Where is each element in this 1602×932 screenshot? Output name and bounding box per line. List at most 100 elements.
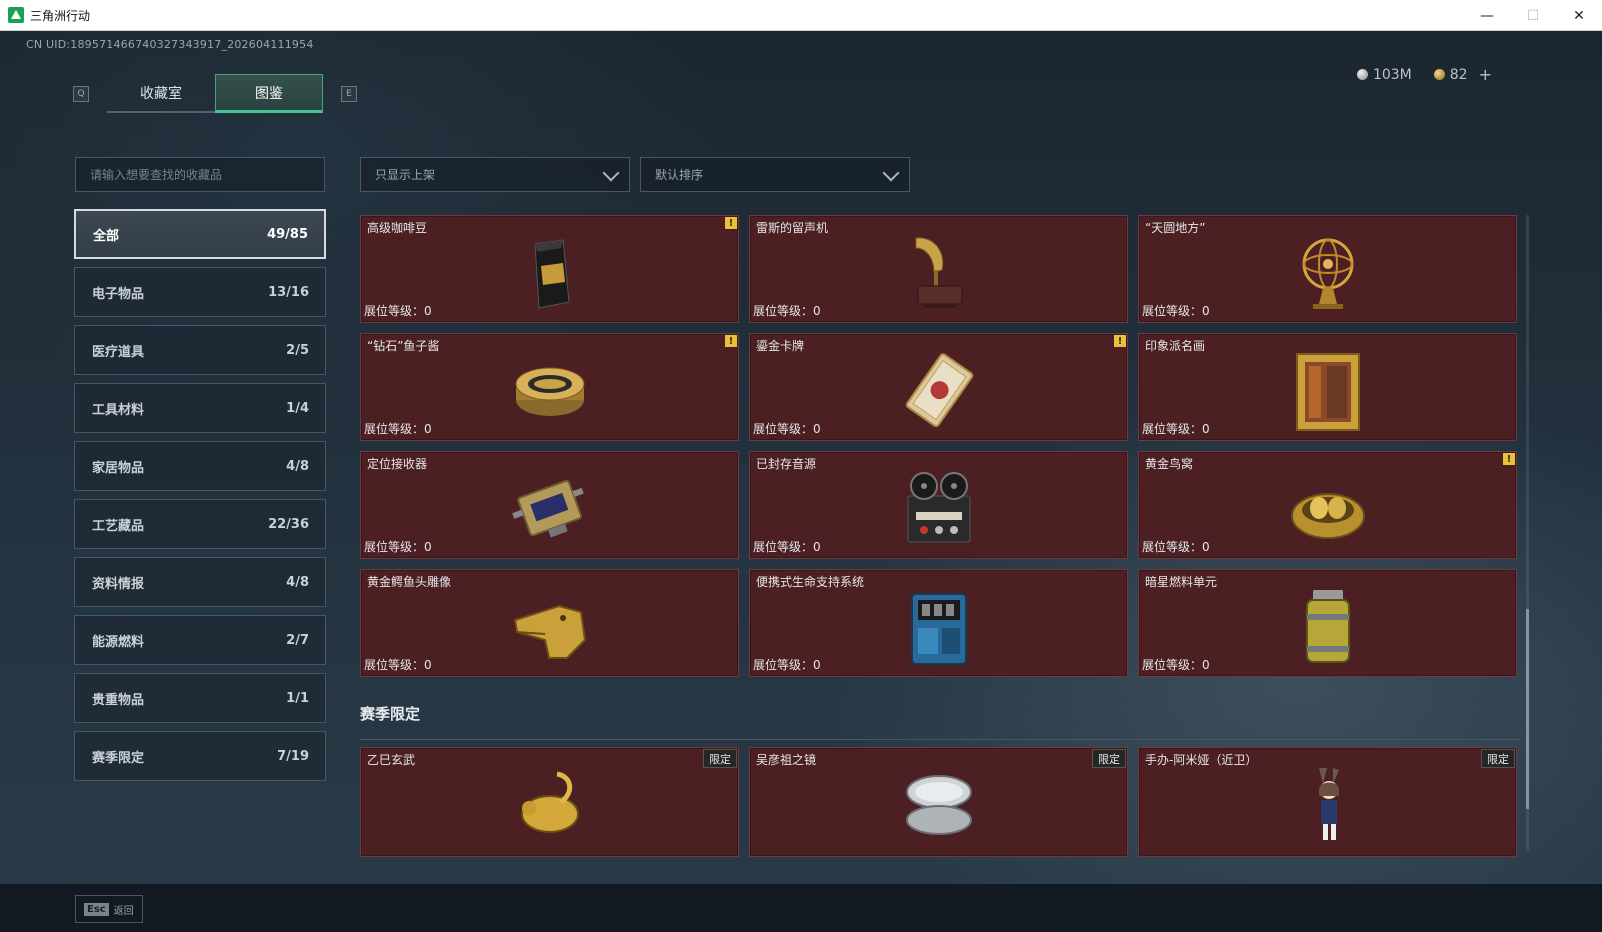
category-item[interactable]: 全部 49/85: [74, 209, 326, 259]
category-item[interactable]: 家居物品 4/8: [74, 441, 326, 491]
gps-receiver-icon: [511, 479, 584, 538]
silver-coin-icon: [1356, 69, 1368, 80]
user-uid: CN UID:18957146674032734391​7_2026041119…: [26, 38, 314, 51]
category-count: 4/8: [286, 574, 309, 590]
section-divider: [360, 739, 1520, 740]
silver-currency: 103M: [1356, 66, 1412, 83]
coffee-bag-icon: [533, 239, 570, 309]
gold-amount: 82: [1449, 66, 1468, 83]
currency-bar: 103M 82 +: [1356, 65, 1492, 84]
tab-collection-room[interactable]: 收藏室: [107, 74, 215, 113]
category-label: 工艺藏品: [92, 518, 145, 534]
gold-coin-icon: [1433, 69, 1445, 80]
display-level: 展位等级：0: [364, 304, 432, 318]
category-label: 资料情报: [92, 576, 145, 592]
window-title: 三角洲行动: [30, 8, 91, 23]
sort-dropdown[interactable]: 默认排序: [640, 157, 910, 192]
category-count: 4/8: [286, 458, 309, 474]
main-tabs: 收藏室 图鉴: [107, 74, 323, 113]
collection-card[interactable]: 黄金鸟窝 展位等级：0 !: [1138, 451, 1517, 559]
collection-card[interactable]: 手办-阿米娅（近卫） 限定: [1138, 747, 1517, 857]
category-count: 1/4: [286, 400, 309, 416]
collection-card[interactable]: 便携式生命支持系统 展位等级：0: [749, 569, 1128, 677]
display-level: 展位等级：0: [1142, 658, 1210, 672]
category-label: 家居物品: [92, 460, 145, 476]
next-tab-key-hint[interactable]: E: [341, 86, 357, 102]
category-count: 49/85: [267, 226, 308, 242]
category-item[interactable]: 能源燃料 2/7: [74, 615, 326, 665]
display-level: 展位等级：0: [1142, 422, 1210, 436]
collection-card[interactable]: 已封存音源 展位等级：0: [749, 451, 1128, 559]
armillary-sphere-icon: [1302, 238, 1353, 309]
collection-card[interactable]: 雷斯的留声机 展位等级：0: [749, 215, 1128, 323]
add-currency-button[interactable]: +: [1479, 65, 1492, 84]
category-label: 工具材料: [92, 402, 145, 418]
maximize-button[interactable]: ☐: [1510, 0, 1556, 31]
season-grid: 乙巳玄武 限定 吴彦祖之镜 限定 手办-阿米娅（近卫） 限定: [360, 747, 1520, 857]
display-level: 展位等级：0: [1142, 304, 1210, 318]
collection-card[interactable]: 乙巳玄武 限定: [360, 747, 739, 857]
category-list: 全部 49/85 电子物品 13/16 医疗道具 2/5 工具材料 1/4 家居物品 4/…: [74, 209, 326, 789]
category-item[interactable]: 医疗道具 2/5: [74, 325, 326, 375]
category-count: 2/5: [286, 342, 309, 358]
collection-card[interactable]: 黄金鳄鱼头雕像 展位等级：0: [360, 569, 739, 677]
collection-card[interactable]: 鎏金卡牌 展位等级：0 !: [749, 333, 1128, 441]
limited-tag: 限定: [1481, 749, 1515, 768]
collection-card[interactable]: “天圆地方” 展位等级：0: [1138, 215, 1517, 323]
category-item[interactable]: 电子物品 13/16: [74, 267, 326, 317]
category-count: 7/19: [277, 748, 309, 764]
warning-icon: !: [1114, 335, 1126, 347]
category-item[interactable]: 贵重物品 1/1: [74, 673, 326, 723]
gramophone-icon: [915, 237, 962, 308]
display-level: 展位等级：0: [753, 304, 821, 318]
life-support-system-icon: [910, 593, 967, 665]
collection-card[interactable]: 印象派名画 展位等级：0: [1138, 333, 1517, 441]
category-item[interactable]: 资料情报 4/8: [74, 557, 326, 607]
gilded-card-icon: [905, 353, 973, 428]
gold-crocodile-head-icon: [513, 604, 586, 659]
category-count: 1/1: [286, 690, 309, 706]
item-name: 印象派名画: [1145, 339, 1206, 353]
category-item[interactable]: 工具材料 1/4: [74, 383, 326, 433]
item-name: 乙巳玄武: [367, 753, 416, 767]
chevron-down-icon: [882, 164, 900, 182]
prev-tab-key-hint[interactable]: Q: [73, 86, 89, 102]
item-name: 雷斯的留声机: [756, 221, 829, 235]
scrollbar-thumb[interactable]: [1526, 609, 1529, 809]
golden-nest-icon: [1290, 493, 1365, 539]
display-level: 展位等级：0: [753, 658, 821, 672]
minimize-button[interactable]: —: [1464, 0, 1510, 31]
app-logo-icon: [8, 7, 24, 23]
collection-card[interactable]: 高级咖啡豆 展位等级：0 !: [360, 215, 739, 323]
item-name: 暗星燃料单元: [1145, 575, 1218, 589]
display-level: 展位等级：0: [364, 658, 432, 672]
category-item[interactable]: 工艺藏品 22/36: [74, 499, 326, 549]
item-name: “钻石”鱼子酱: [367, 339, 440, 353]
collection-card[interactable]: “钻石”鱼子酱 展位等级：0 !: [360, 333, 739, 441]
category-count: 2/7: [286, 632, 309, 648]
close-button[interactable]: ✕: [1556, 0, 1602, 31]
item-name: 黄金鳄鱼头雕像: [367, 575, 452, 589]
category-label: 赛季限定: [92, 750, 145, 766]
category-item[interactable]: 赛季限定 7/19: [74, 731, 326, 781]
collection-card[interactable]: 吴彦祖之镜 限定: [749, 747, 1128, 857]
collection-card[interactable]: 定位接收器 展位等级：0: [360, 451, 739, 559]
silver-amount: 103M: [1372, 66, 1412, 83]
item-name: 吴彦祖之镜: [756, 753, 817, 767]
collection-grid: 高级咖啡豆 展位等级：0 ! 雷斯的留声机 展位等级：0 “天圆地方” 展位等级…: [360, 215, 1520, 677]
item-name: 手办-阿米娅（近卫）: [1145, 753, 1258, 767]
search-input[interactable]: 请输入想要查找的收藏品: [75, 157, 325, 192]
tab-catalog[interactable]: 图鉴: [215, 74, 323, 113]
bottom-bar: Esc 返回: [0, 884, 1602, 932]
category-label: 贵重物品: [92, 692, 145, 708]
window-controls: — ☐ ✕: [1464, 0, 1602, 31]
display-level: 展位等级：0: [1142, 540, 1210, 554]
limited-tag: 限定: [1092, 749, 1126, 768]
back-label: 返回: [113, 905, 134, 917]
collection-card[interactable]: 暗星燃料单元 展位等级：0: [1138, 569, 1517, 677]
shelf-filter-dropdown[interactable]: 只显示上架: [360, 157, 630, 192]
display-level: 展位等级：0: [753, 540, 821, 554]
category-label: 医疗道具: [92, 344, 145, 360]
back-button[interactable]: Esc 返回: [75, 895, 143, 923]
esc-key: Esc: [84, 902, 109, 916]
